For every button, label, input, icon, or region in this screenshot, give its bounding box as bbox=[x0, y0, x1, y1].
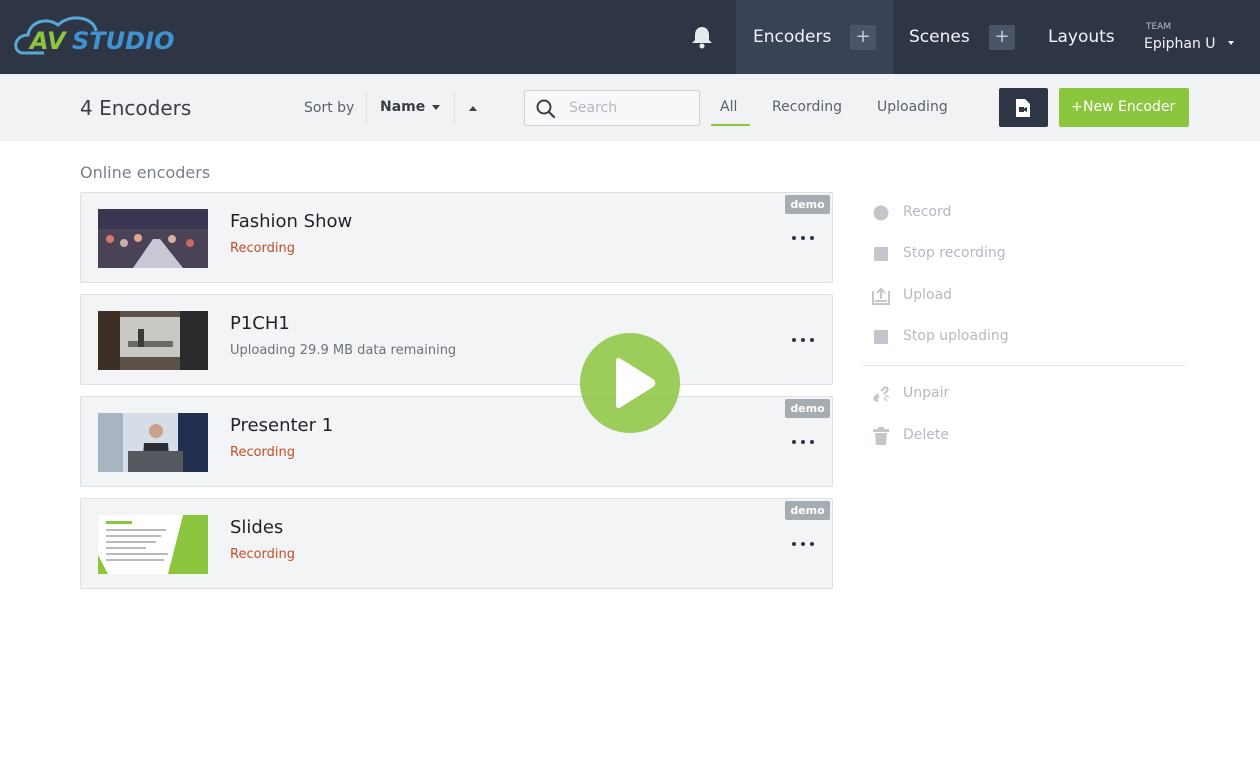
svg-text:AV: AV bbox=[28, 27, 68, 55]
encoder-card[interactable]: Slides Recording demo bbox=[80, 498, 833, 589]
active-filter-indicator bbox=[711, 124, 750, 126]
encoder-status: Recording bbox=[230, 547, 296, 562]
encoder-name: P1CH1 bbox=[230, 313, 290, 334]
upload-icon bbox=[872, 287, 890, 305]
encoder-status: Recording bbox=[230, 241, 296, 256]
chevron-down-icon[interactable] bbox=[1228, 41, 1234, 45]
search-box[interactable] bbox=[524, 90, 700, 126]
stop-uploading-action[interactable]: Stop uploading bbox=[872, 326, 1022, 348]
unpair-label: Unpair bbox=[903, 385, 950, 401]
team-label: TEAM bbox=[1146, 22, 1172, 32]
avstudio-logo[interactable]: AV STUDIO bbox=[14, 11, 219, 67]
team-selector[interactable]: Epiphan U bbox=[1144, 36, 1216, 52]
upload-action[interactable]: Upload bbox=[872, 285, 992, 307]
encoder-status: Recording bbox=[230, 445, 296, 460]
sort-by-label: Sort by bbox=[304, 100, 355, 116]
stop-icon bbox=[874, 330, 888, 344]
plus-icon: + bbox=[1071, 99, 1083, 115]
encoder-card[interactable]: Presenter 1 Recording demo bbox=[80, 396, 833, 487]
play-button[interactable] bbox=[580, 333, 680, 433]
divider bbox=[454, 91, 455, 125]
encoder-thumbnail bbox=[98, 413, 208, 472]
encoder-thumbnail bbox=[98, 209, 208, 268]
stop-recording-action[interactable]: Stop recording bbox=[872, 243, 1022, 265]
add-encoder-icon[interactable]: + bbox=[850, 25, 876, 50]
divider bbox=[366, 91, 367, 125]
search-icon bbox=[536, 99, 556, 119]
demo-badge: demo bbox=[785, 501, 830, 520]
demo-badge: demo bbox=[785, 195, 830, 214]
section-title: Online encoders bbox=[80, 163, 211, 182]
more-options-icon[interactable] bbox=[792, 539, 814, 549]
delete-action[interactable]: Delete bbox=[872, 425, 992, 447]
record-icon bbox=[873, 205, 889, 221]
unpair-action[interactable]: Unpair bbox=[872, 383, 992, 405]
unlink-icon bbox=[873, 386, 890, 402]
encoder-thumbnail bbox=[98, 311, 208, 370]
new-encoder-label: New Encoder bbox=[1083, 99, 1176, 115]
encoder-thumbnail bbox=[98, 515, 208, 574]
upload-label: Upload bbox=[903, 287, 953, 303]
bell-icon[interactable] bbox=[689, 24, 715, 50]
stop-icon bbox=[874, 247, 888, 261]
encoder-card[interactable]: Fashion Show Recording demo bbox=[80, 192, 833, 283]
more-options-icon[interactable] bbox=[792, 335, 814, 345]
play-icon bbox=[616, 357, 656, 409]
more-options-icon[interactable] bbox=[792, 437, 814, 447]
nav-encoders-label[interactable]: Encoders bbox=[753, 27, 831, 47]
more-options-icon[interactable] bbox=[792, 233, 814, 243]
filter-tab-recording[interactable]: Recording bbox=[772, 99, 842, 115]
page-title: 4 Encoders bbox=[80, 96, 192, 120]
add-scene-icon[interactable]: + bbox=[989, 25, 1015, 50]
filter-tab-all[interactable]: All bbox=[720, 99, 737, 115]
stop-recording-label: Stop recording bbox=[903, 245, 1006, 261]
sort-field-dropdown[interactable]: Name bbox=[380, 99, 425, 115]
new-encoder-button[interactable]: + New Encoder bbox=[1059, 88, 1189, 127]
chevron-down-icon[interactable] bbox=[432, 105, 440, 110]
filter-tab-uploading[interactable]: Uploading bbox=[877, 99, 948, 115]
svg-text:STUDIO: STUDIO bbox=[72, 27, 174, 55]
nav-layouts-label[interactable]: Layouts bbox=[1048, 27, 1115, 47]
trash-icon bbox=[873, 427, 889, 445]
encoder-card[interactable]: P1CH1 Uploading 29.9 MB data remaining bbox=[80, 294, 833, 385]
encoder-status: Uploading 29.9 MB data remaining bbox=[230, 343, 457, 358]
stop-uploading-label: Stop uploading bbox=[903, 328, 1009, 344]
video-file-icon bbox=[1016, 99, 1030, 117]
record-action[interactable]: Record bbox=[872, 202, 992, 224]
add-video-button[interactable] bbox=[999, 88, 1048, 127]
nav-scenes-label[interactable]: Scenes bbox=[909, 27, 970, 47]
delete-label: Delete bbox=[903, 427, 949, 443]
divider bbox=[863, 365, 1185, 366]
record-label: Record bbox=[903, 204, 952, 220]
search-input[interactable] bbox=[569, 98, 695, 118]
sort-ascending-icon[interactable] bbox=[469, 106, 477, 111]
demo-badge: demo bbox=[785, 399, 830, 418]
encoder-name: Fashion Show bbox=[230, 211, 353, 232]
encoder-name: Presenter 1 bbox=[230, 415, 334, 436]
encoder-name: Slides bbox=[230, 517, 284, 538]
